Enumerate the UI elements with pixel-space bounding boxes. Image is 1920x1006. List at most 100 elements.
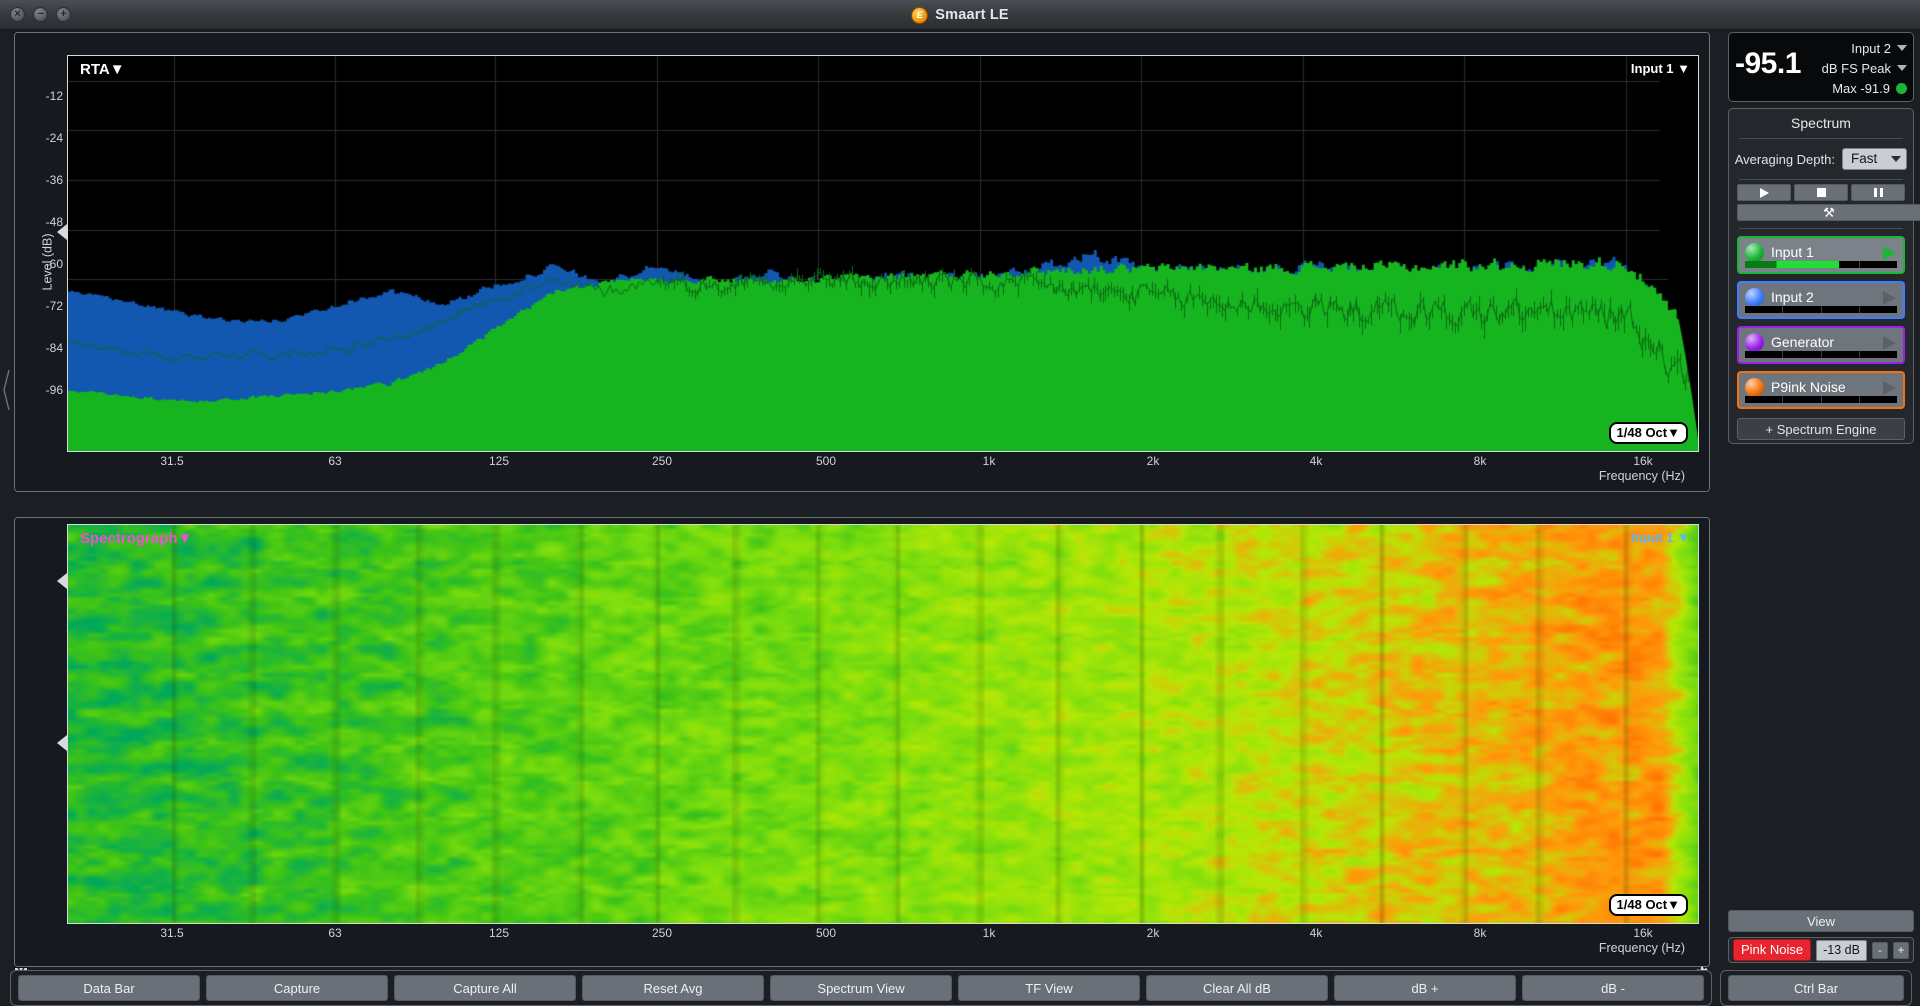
rta-y-tick: -24 <box>45 131 63 145</box>
spectrograph-x-tick: 1k <box>982 926 996 940</box>
smaart-logo-icon: E <box>911 6 929 24</box>
spectrograph-marker-top[interactable] <box>57 573 67 589</box>
spectrograph-panel: Spectrograph▼ Input 1 ▼ 1/48 Oct▼ 31.5 6… <box>14 517 1710 967</box>
generator-level-increment-button[interactable]: + <box>1892 941 1909 959</box>
rta-spectrum-canvas <box>68 56 1698 451</box>
rta-x-tick: 31.5 <box>160 454 184 468</box>
toolbar-button[interactable]: Data Bar <box>18 975 200 1001</box>
right-sidebar: -95.1 Input 2 dB FS Peak Max -91.9 Spect… <box>1722 30 1920 970</box>
spectrum-engine-item[interactable]: Input 1 <box>1737 236 1905 274</box>
spectrograph-x-tick: 63 <box>328 926 342 940</box>
meter-status-led-icon <box>1896 82 1907 94</box>
engine-label: Generator <box>1771 334 1835 350</box>
window-title: Smaart LE <box>935 7 1009 23</box>
play-button[interactable] <box>1737 184 1791 201</box>
rta-x-tick: 4k <box>1309 454 1323 468</box>
rta-y-tick: -84 <box>45 341 63 355</box>
meter-units-selector[interactable]: dB FS Peak <box>1789 58 1907 78</box>
toolbar-button[interactable]: Capture All <box>394 975 576 1001</box>
chevron-down-icon[interactable] <box>1897 65 1907 71</box>
toolbar-button[interactable]: TF View <box>958 975 1140 1001</box>
ctrl-bar-toolbar: Ctrl Bar <box>1720 970 1912 1006</box>
spectrograph-resolution-selector[interactable]: 1/48 Oct▼ <box>1608 894 1688 916</box>
rta-x-tick: 125 <box>488 454 510 468</box>
spectrograph-x-tick: 16k <box>1633 926 1653 940</box>
spectrograph-x-axis: 31.5 63 125 250 500 1k 2k 4k 8k 16k Freq… <box>67 924 1699 960</box>
engine-play-icon[interactable] <box>1883 246 1896 260</box>
meter-input-selector[interactable]: Input 2 <box>1789 38 1907 58</box>
rta-x-tick: 16k <box>1633 454 1653 468</box>
spectrum-panel: Spectrum Averaging Depth: Fast ⚒ Input 1… <box>1728 108 1920 444</box>
engine-color-dot-icon <box>1745 288 1764 307</box>
toolbar-button[interactable]: Reset Avg <box>582 975 764 1001</box>
title-bar: × − + E Smaart LE <box>0 0 1920 30</box>
spectrograph-title-caret-icon: ▼ <box>177 530 193 547</box>
pink-noise-button[interactable]: Pink Noise <box>1733 939 1812 961</box>
engine-play-icon[interactable] <box>1883 291 1896 305</box>
rta-x-axis: 31.5 63 125 250 500 1k 2k 4k 8k 16k Freq… <box>67 452 1699 488</box>
spectrograph-resolution-caret-icon: ▼ <box>1667 897 1680 912</box>
generator-level-field[interactable]: -13 dB <box>1816 939 1867 961</box>
spectrograph-plot[interactable]: Spectrograph▼ Input 1 ▼ 1/48 Oct▼ <box>67 524 1699 924</box>
chevron-down-icon[interactable] <box>1897 45 1907 51</box>
rta-level-marker[interactable] <box>57 224 67 240</box>
toolbar-button[interactable]: Spectrum View <box>770 975 952 1001</box>
rta-source-caret-icon: ▼ <box>1677 61 1690 76</box>
rta-source-selector[interactable]: Input 1 ▼ <box>1631 61 1690 76</box>
meter-units-label: dB FS Peak <box>1821 60 1891 76</box>
pause-button[interactable] <box>1851 184 1905 201</box>
rta-y-tick: -60 <box>45 257 63 271</box>
engine-level-meter <box>1745 306 1897 313</box>
tools-button[interactable]: ⚒ <box>1737 204 1920 221</box>
engine-play-icon[interactable] <box>1883 381 1896 395</box>
spectrum-engine-item[interactable]: Generator <box>1737 326 1905 364</box>
rta-resolution-selector[interactable]: 1/48 Oct▼ <box>1608 422 1688 444</box>
engine-label: P9ink Noise <box>1771 379 1846 395</box>
ctrl-bar-button[interactable]: Ctrl Bar <box>1728 975 1904 1001</box>
toolbar-button[interactable]: dB + <box>1334 975 1516 1001</box>
divider <box>1739 228 1903 229</box>
toolbar-button[interactable]: Clear All dB <box>1146 975 1328 1001</box>
rta-x-tick: 2k <box>1146 454 1160 468</box>
title-center: E Smaart LE <box>0 0 1920 30</box>
rta-resolution-caret-icon: ▼ <box>1667 425 1680 440</box>
level-meter-panel: -95.1 Input 2 dB FS Peak Max -91.9 <box>1728 32 1914 102</box>
engine-level-fill <box>1745 261 1840 268</box>
engine-label: Input 2 <box>1771 289 1814 305</box>
spectrum-engine-item[interactable]: P9ink Noise <box>1737 371 1905 409</box>
rta-y-axis: Level (dB) -12 -24 -36 -48 -60 -72 -84 -… <box>15 33 67 491</box>
spectrograph-x-tick: 2k <box>1146 926 1160 940</box>
toolbar-button[interactable]: dB - <box>1522 975 1704 1001</box>
left-drag-handle[interactable] <box>2 370 11 410</box>
add-spectrum-engine-button[interactable]: + Spectrum Engine <box>1737 418 1905 440</box>
engine-level-meter <box>1745 351 1897 358</box>
spectrum-panel-title: Spectrum <box>1791 115 1851 131</box>
rta-x-tick: 500 <box>815 454 837 468</box>
spectrograph-marker-bottom[interactable] <box>57 735 67 751</box>
rta-title-caret-icon: ▼ <box>109 61 125 78</box>
spectrograph-source-selector[interactable]: Input 1 ▼ <box>1631 530 1690 545</box>
spectrograph-x-tick: 31.5 <box>160 926 184 940</box>
averaging-depth-select[interactable]: Fast <box>1841 148 1908 170</box>
spectrograph-title[interactable]: Spectrograph▼ <box>80 530 192 547</box>
spectrum-engine-item[interactable]: Input 2 <box>1737 281 1905 319</box>
rta-title[interactable]: RTA▼ <box>80 61 125 78</box>
play-icon <box>1759 187 1769 198</box>
view-button[interactable]: View <box>1728 910 1914 932</box>
toolbar-button[interactable]: Capture <box>206 975 388 1001</box>
rta-x-tick: 8k <box>1473 454 1487 468</box>
rta-plot[interactable]: RTA▼ Input 1 ▼ 1/48 Oct▼ <box>67 55 1699 452</box>
spectrograph-x-axis-label: Frequency (Hz) <box>1598 941 1685 955</box>
stop-button[interactable] <box>1794 184 1848 201</box>
engine-color-dot-icon <box>1745 378 1764 397</box>
engine-level-meter <box>1745 261 1897 268</box>
smaart-window: × − + E Smaart LE Level (dB) -12 -24 -36… <box>0 0 1920 1006</box>
averaging-depth-value: Fast <box>1850 151 1878 166</box>
engine-color-dot-icon <box>1745 243 1764 262</box>
chevron-down-icon[interactable] <box>1891 155 1902 162</box>
rta-x-tick: 63 <box>328 454 342 468</box>
spectrograph-x-tick: 250 <box>651 926 673 940</box>
engine-play-icon[interactable] <box>1883 336 1896 350</box>
bottom-toolbar: Data Bar Capture Capture All Reset Avg Spect… <box>10 970 1712 1006</box>
generator-level-decrement-button[interactable]: - <box>1871 941 1888 959</box>
